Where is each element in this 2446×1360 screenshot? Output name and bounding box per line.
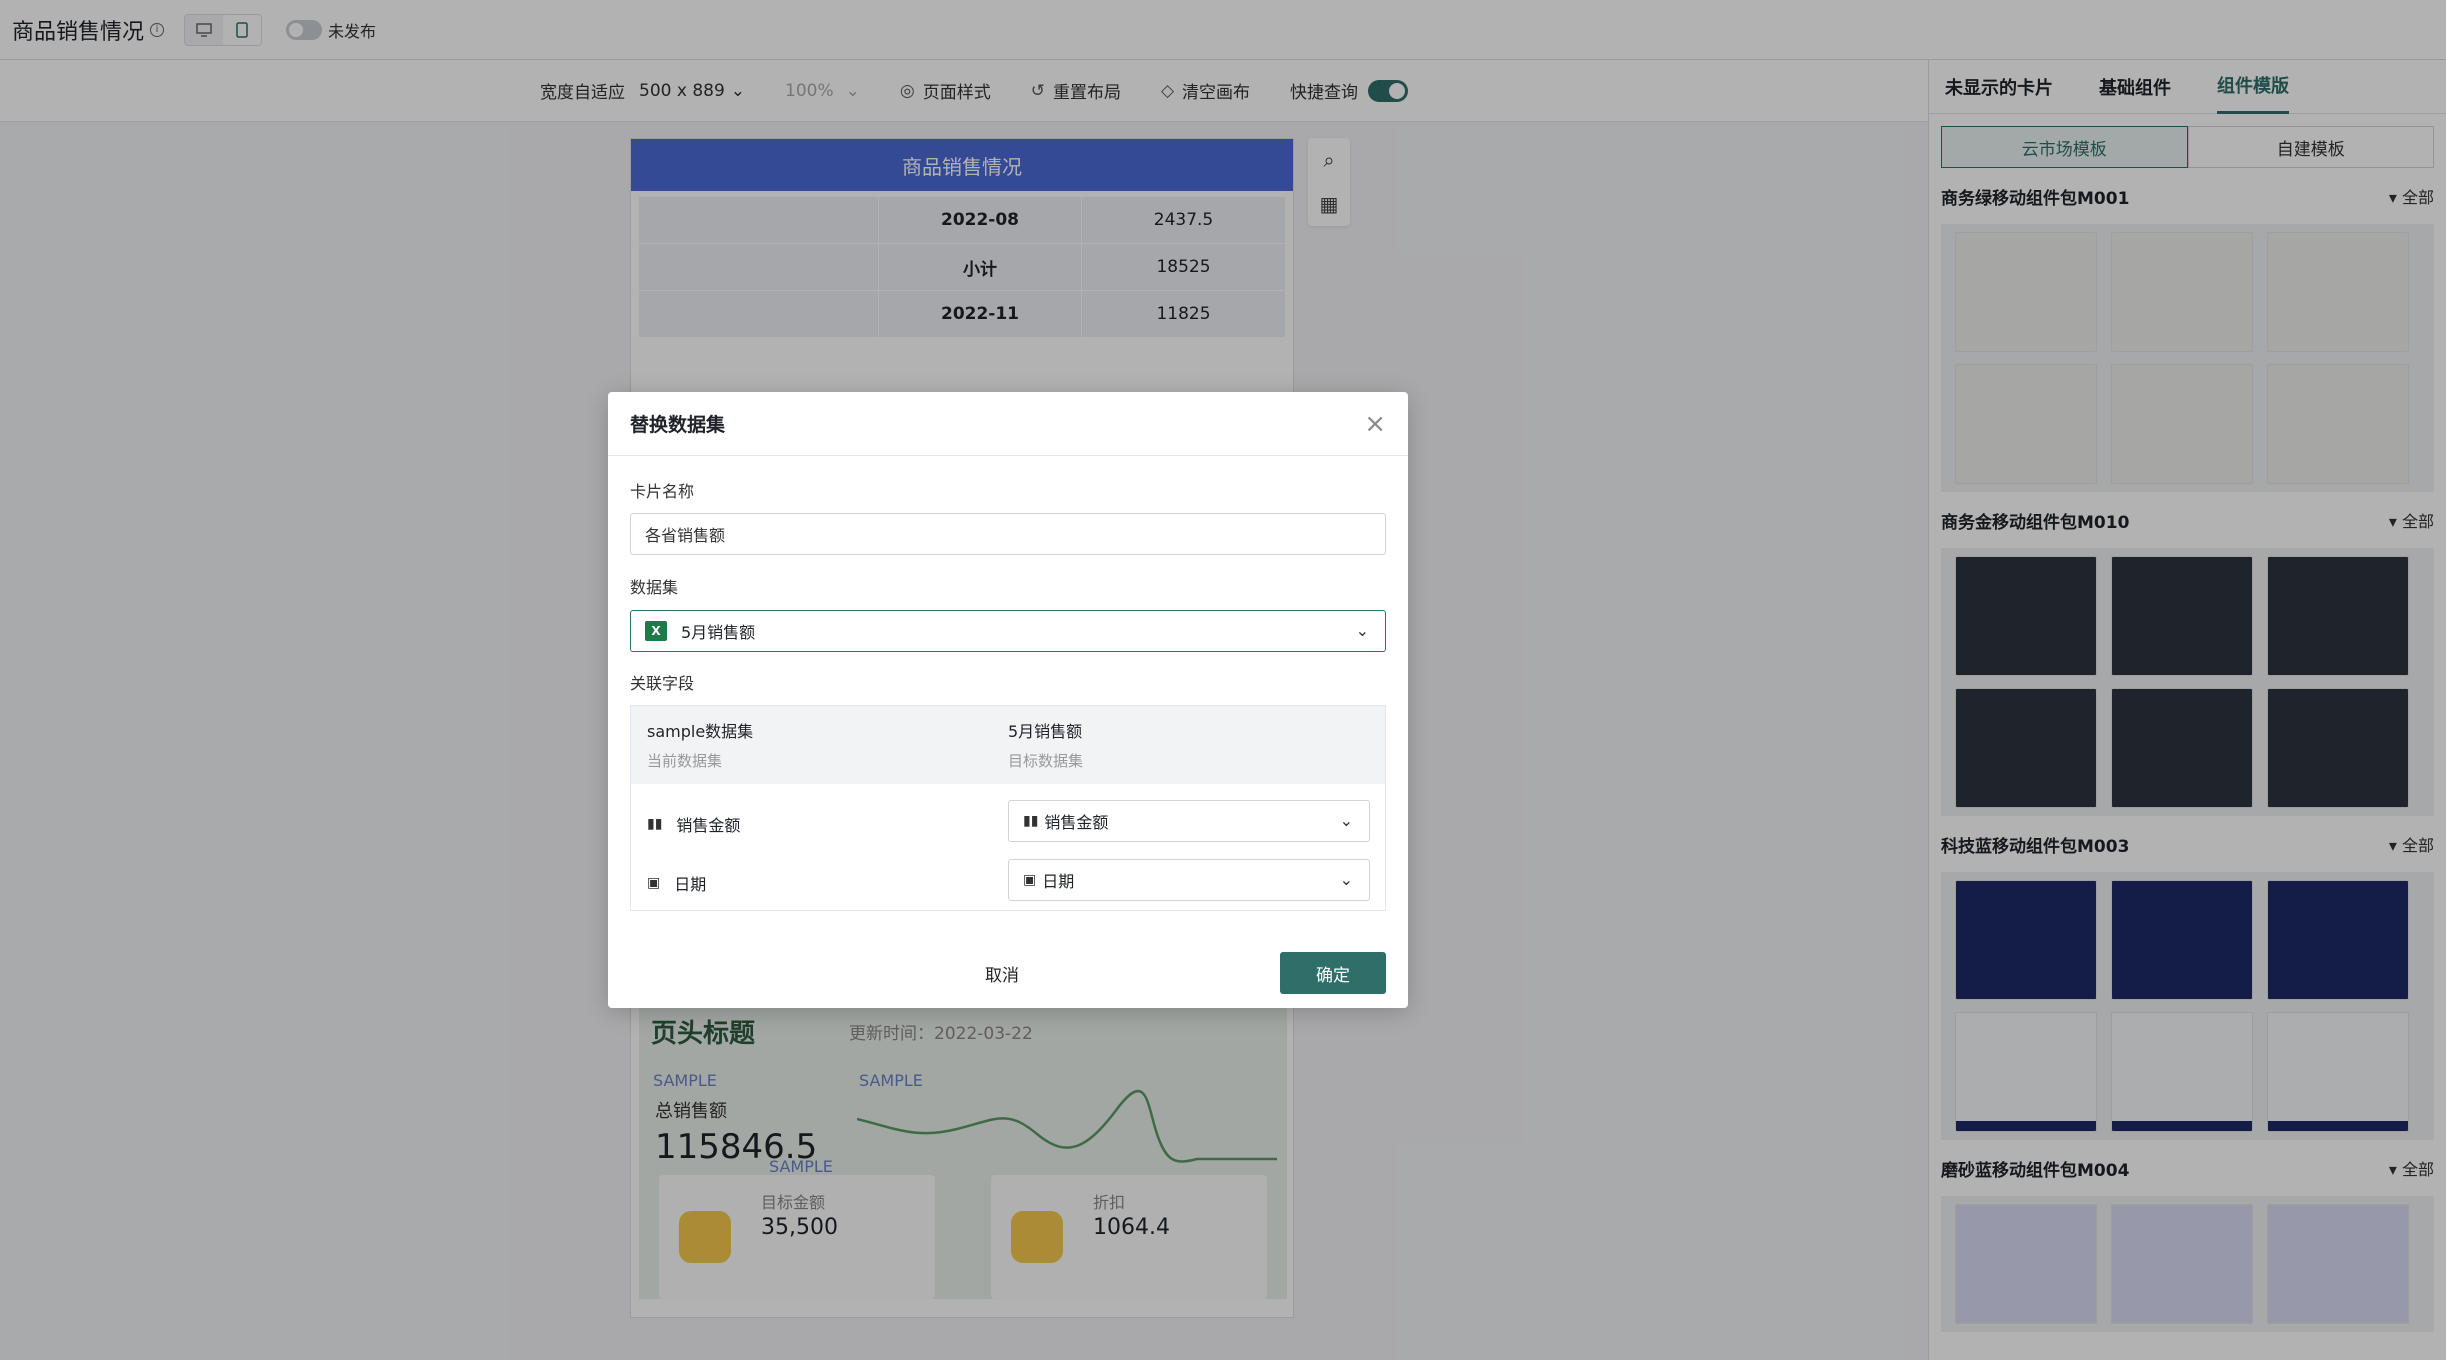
dialog-title: 替换数据集 bbox=[630, 414, 726, 436]
bar-chart-icon: ▮▮ bbox=[1023, 813, 1039, 829]
dialog-header: 替换数据集 × bbox=[608, 392, 1408, 456]
mapping-row: ▣ 日期 ▣ 日期 ⌄ bbox=[631, 859, 1387, 901]
dataset-label: 数据集 bbox=[630, 578, 679, 597]
card-name-label: 卡片名称 bbox=[630, 482, 695, 501]
target-field-value: 日期 bbox=[1042, 872, 1075, 891]
dataset-value: 5月销售额 bbox=[681, 623, 756, 642]
source-dataset-caption: 当前数据集 bbox=[647, 752, 723, 770]
relation-label: 关联字段 bbox=[630, 674, 695, 693]
chevron-down-icon: ⌄ bbox=[1355, 621, 1369, 640]
source-field-label: 日期 bbox=[674, 875, 707, 894]
source-dataset-name: sample数据集 bbox=[647, 722, 754, 741]
calendar-icon: ▣ bbox=[647, 875, 661, 891]
confirm-button[interactable]: 确定 bbox=[1280, 952, 1386, 994]
field-mapping: sample数据集 当前数据集 5月销售额 目标数据集 ▮▮ 销售金额 ▮▮ 销… bbox=[630, 705, 1386, 911]
source-field-label: 销售金额 bbox=[676, 816, 741, 835]
cancel-button[interactable]: 取消 bbox=[974, 952, 1030, 994]
chevron-down-icon: ⌄ bbox=[1339, 870, 1353, 889]
mapping-header: sample数据集 当前数据集 5月销售额 目标数据集 bbox=[631, 706, 1385, 784]
excel-icon: X bbox=[645, 621, 667, 641]
source-field: ▮▮ 销售金额 bbox=[647, 812, 740, 836]
source-field: ▣ 日期 bbox=[647, 871, 706, 895]
bar-chart-icon: ▮▮ bbox=[647, 816, 663, 832]
target-dataset-caption: 目标数据集 bbox=[1008, 752, 1084, 770]
target-field-value: 销售金额 bbox=[1044, 813, 1109, 832]
mapping-row: ▮▮ 销售金额 ▮▮ 销售金额 ⌄ bbox=[631, 800, 1387, 842]
replace-dataset-dialog: 替换数据集 × 卡片名称 各省销售额 数据集 X 5月销售额 ⌄ 关联字段 sa… bbox=[608, 392, 1408, 1008]
target-field-select[interactable]: ▮▮ 销售金额 ⌄ bbox=[1008, 800, 1370, 842]
target-field-select[interactable]: ▣ 日期 ⌄ bbox=[1008, 859, 1370, 901]
target-dataset-name: 5月销售额 bbox=[1008, 722, 1083, 741]
close-icon[interactable]: × bbox=[1364, 409, 1386, 439]
calendar-icon: ▣ bbox=[1023, 872, 1037, 888]
dataset-select[interactable]: X 5月销售额 ⌄ bbox=[630, 610, 1386, 652]
card-name-input[interactable]: 各省销售额 bbox=[630, 513, 1386, 555]
chevron-down-icon: ⌄ bbox=[1339, 811, 1353, 830]
